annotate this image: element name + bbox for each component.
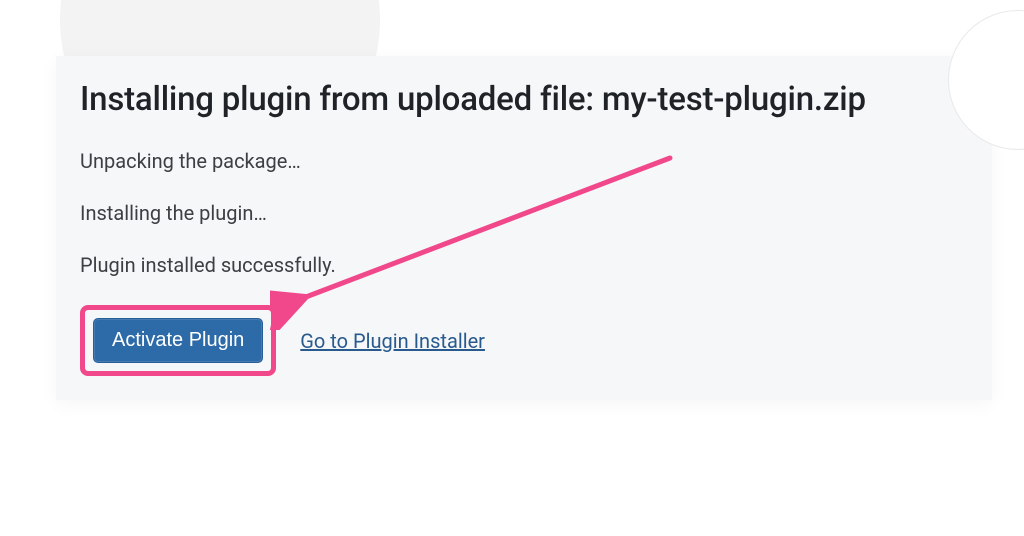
install-panel: Installing plugin from uploaded file: my… [56,56,992,400]
status-installing: Installing the plugin… [80,201,968,225]
page-title-filename: my-test-plugin.zip [602,80,866,119]
page-title: Installing plugin from uploaded file: my… [80,80,968,119]
actions-row: Activate Plugin Go to Plugin Installer [80,305,968,376]
status-success: Plugin installed successfully. [80,253,968,277]
annotation-highlight-box: Activate Plugin [80,305,276,376]
page-title-prefix: Installing plugin from uploaded file: [80,80,602,119]
activate-plugin-button[interactable]: Activate Plugin [93,318,263,363]
go-to-plugin-installer-link[interactable]: Go to Plugin Installer [300,329,485,353]
status-unpacking: Unpacking the package… [80,149,968,173]
